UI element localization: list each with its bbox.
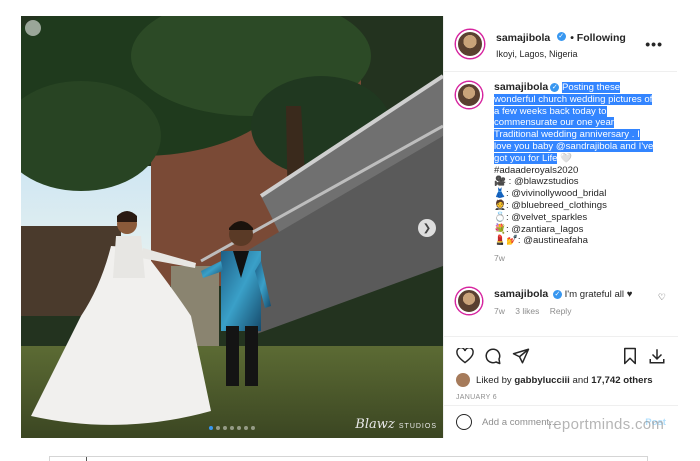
signature-suffix: STUDIOS — [398, 423, 437, 430]
carousel-dot — [216, 426, 220, 430]
liked-by-and: and — [572, 374, 589, 386]
verified-badge-icon: ✓ — [550, 82, 560, 92]
caption-highlight-line: love you baby @sandrajibola and I've — [494, 140, 654, 152]
verified-badge-icon: ✓ — [552, 289, 562, 299]
wedding-photo-illustration — [21, 16, 443, 438]
caption-avatar[interactable] — [456, 82, 482, 108]
comment-input[interactable]: Add a comment... — [482, 417, 557, 428]
caption-highlight-line: Traditional wedding anniversary . I — [494, 129, 640, 141]
carousel-dot — [223, 426, 227, 430]
reply-text: I'm grateful all ♥ — [564, 289, 633, 300]
comments-section[interactable]: samajibola ✓ Posting these wonderful chur… — [444, 72, 678, 336]
like-comment-heart-icon[interactable]: ♡ — [658, 292, 666, 303]
comment-icon[interactable] — [484, 347, 502, 365]
caption-row: samajibola ✓ Posting these wonderful chur… — [456, 81, 668, 265]
liked-by-others[interactable]: 17,742 others — [591, 375, 652, 386]
post-actions: Liked by gabbylucciii and 17,742 others … — [444, 336, 678, 401]
caption-body: samajibola ✓ Posting these wonderful chur… — [494, 81, 668, 265]
caption-username[interactable]: samajibola — [494, 81, 548, 93]
verified-badge-icon: ✓ — [556, 32, 566, 42]
post-location[interactable]: Ikoyi, Lagos, Nigeria — [496, 49, 645, 59]
download-icon[interactable] — [648, 347, 666, 365]
caption-highlight-line: got you for Life — [494, 152, 558, 164]
photo-corner-overlay — [25, 20, 41, 36]
bookmark-icon[interactable] — [622, 347, 638, 365]
carousel-dot — [230, 426, 234, 430]
embed-cursor — [86, 457, 87, 461]
carousel-dot — [237, 426, 241, 430]
carousel-dots — [209, 426, 255, 430]
liker-avatar[interactable] — [456, 373, 470, 387]
signature-text: Blawz — [355, 417, 395, 432]
author-meta: samajibola ✓ • Following Ikoyi, Lagos, N… — [496, 28, 645, 59]
follow-status[interactable]: • Following — [570, 32, 626, 44]
reply-meta: 7w 3 likes Reply — [494, 306, 670, 316]
reply-body: samajibola ✓ I'm grateful all ♥ 7w 3 lik… — [494, 288, 670, 316]
reply-comment: samajibola ✓ I'm grateful all ♥ 7w 3 lik… — [456, 288, 670, 316]
caption-credit-line: 👗: @vivinollywood_bridal — [494, 188, 607, 200]
carousel-dot — [209, 426, 213, 430]
likes-summary: Liked by gabbylucciii and 17,742 others — [456, 373, 666, 387]
site-watermark: reportminds.com — [548, 416, 665, 433]
author-avatar[interactable] — [456, 29, 484, 58]
reply-username[interactable]: samajibola — [494, 288, 548, 300]
liked-by-user[interactable]: gabbylucciii — [514, 375, 569, 386]
more-options-icon[interactable]: ••• — [645, 36, 663, 52]
reply-time: 7w — [494, 306, 505, 316]
liked-by-prefix: Liked by — [476, 374, 512, 386]
caption-highlight-line: commensurate our one year — [494, 117, 614, 129]
post-date: JANUARY 6 — [456, 394, 497, 401]
post-sidebar: samajibola ✓ • Following Ikoyi, Lagos, N… — [443, 16, 678, 438]
emoji-icon[interactable] — [456, 414, 472, 430]
caption-time: 7w — [494, 253, 505, 264]
embed-frame-edge — [49, 456, 648, 461]
caption-credit-line: 💍: @velvet_sparkles — [494, 211, 588, 223]
caption-highlight-line: a few weeks back today to — [494, 105, 607, 117]
post-photo[interactable]: ❯ Blawz STUDIOS — [21, 16, 443, 438]
caption-credit-line: 💐: @zantiara_lagos — [494, 223, 584, 235]
action-icons — [456, 345, 666, 367]
caption-highlight-line: wonderful church wedding pictures of — [494, 93, 653, 105]
reply-avatar[interactable] — [456, 288, 482, 314]
carousel-dot — [244, 426, 248, 430]
reply-button[interactable]: Reply — [550, 306, 572, 316]
chevron-right-icon: ❯ — [422, 222, 432, 234]
share-icon[interactable] — [512, 347, 530, 365]
carousel-dot — [251, 426, 255, 430]
instagram-post: ❯ Blawz STUDIOS samajibola ✓ • Following — [21, 16, 678, 438]
caption-credit-line: 🎥 : @blawzstudios — [494, 176, 579, 188]
photographer-signature: Blawz STUDIOS — [355, 417, 437, 432]
caption-highlight-line: Posting these — [561, 82, 621, 93]
caption-credit-line: 💄💅: @austineafaha — [494, 235, 588, 247]
caption-credit-line: 🤵: @bluebreed_clothings — [494, 199, 607, 211]
caption-hashtag[interactable]: #adaaderoyals2020 — [494, 165, 668, 177]
post-header: samajibola ✓ • Following Ikoyi, Lagos, N… — [444, 16, 677, 72]
author-username[interactable]: samajibola — [496, 32, 550, 44]
reply-likes[interactable]: 3 likes — [515, 306, 539, 316]
heart-icon[interactable] — [456, 348, 474, 364]
carousel-next-button[interactable]: ❯ — [418, 219, 436, 237]
